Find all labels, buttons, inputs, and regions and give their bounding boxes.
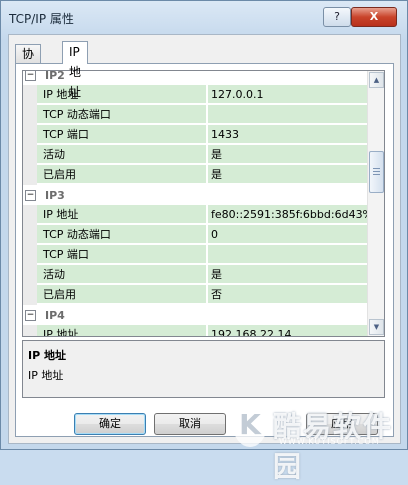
description-text: IP 地址 xyxy=(28,369,64,382)
property-row[interactable]: TCP 动态端口 0 xyxy=(23,225,367,245)
cancel-button[interactable]: 取消 xyxy=(154,413,226,435)
collapse-icon[interactable]: − xyxy=(25,310,36,321)
vertical-scrollbar[interactable]: ▲ ▼ xyxy=(367,71,384,336)
ip-addresses-panel: − IP2 IP 地址 127.0.0.1 TCP 动态端口 TCP 端口 1433 活动是已… xyxy=(15,63,394,437)
property-row[interactable]: TCP 端口 1433 xyxy=(23,125,367,145)
property-row[interactable]: TCP 端口 xyxy=(23,245,367,265)
property-value[interactable]: 是 xyxy=(208,145,367,164)
property-name: 活动 xyxy=(37,265,207,284)
group-title: IP4 xyxy=(45,309,65,322)
property-value[interactable]: 192.168.22.14 xyxy=(208,325,367,336)
help-button[interactable]: ? xyxy=(323,7,351,27)
apply-button[interactable]: 应用 xyxy=(306,413,378,435)
group-title: IP3 xyxy=(45,189,65,202)
property-value[interactable]: 1433 xyxy=(208,125,367,144)
property-name: 活动 xyxy=(37,145,207,164)
thumb-grip-line xyxy=(373,174,380,175)
property-name: IP 地址 xyxy=(37,205,207,224)
close-button[interactable]: X xyxy=(351,7,397,27)
description-title: IP 地址 xyxy=(28,349,66,362)
property-name: TCP 动态端口 xyxy=(37,105,207,124)
tab-ip-addresses[interactable]: IP 地址 xyxy=(62,41,88,99)
scrollbar-thumb[interactable] xyxy=(369,151,384,193)
property-name: TCP 端口 xyxy=(37,125,207,144)
property-value[interactable]: fe80::2591:385f:6bbd:6d43%11 xyxy=(208,205,367,224)
property-name: TCP 端口 xyxy=(37,245,207,264)
property-row[interactable]: TCP 动态端口 xyxy=(23,105,367,125)
property-name: 已启用 xyxy=(37,285,207,304)
title-bar[interactable]: TCP/IP 属性 ? X xyxy=(1,1,407,31)
property-value[interactable]: 否 xyxy=(208,285,367,304)
property-row[interactable]: IP 地址fe80::2591:385f:6bbd:6d43%11 xyxy=(23,205,367,225)
scroll-down-arrow-icon[interactable]: ▼ xyxy=(369,319,384,335)
property-row[interactable]: 已启用是 xyxy=(23,165,367,185)
group-row-ip4[interactable]: − IP4 xyxy=(23,305,367,325)
property-row[interactable]: 活动是 xyxy=(23,145,367,165)
property-value[interactable]: 0 xyxy=(208,225,367,244)
property-rows: − IP2 IP 地址 127.0.0.1 TCP 动态端口 TCP 端口 1433 活动是已… xyxy=(23,71,367,336)
property-name: 已启用 xyxy=(37,165,207,184)
property-row[interactable]: 已启用否 xyxy=(23,285,367,305)
group-title: IP2 xyxy=(45,71,65,82)
tab-protocol[interactable]: 协议 xyxy=(15,44,42,79)
property-grid: − IP2 IP 地址 127.0.0.1 TCP 动态端口 TCP 端口 1433 活动是已… xyxy=(22,70,385,337)
property-value[interactable]: 是 xyxy=(208,165,367,184)
description-pane: IP 地址 IP 地址 xyxy=(22,340,385,398)
property-name: IP 地址 xyxy=(37,325,207,336)
scroll-up-arrow-icon[interactable]: ▲ xyxy=(369,72,384,88)
tcpip-properties-dialog: TCP/IP 属性 ? X 协议 IP 地址 −IP2IP 地址127.0.0.… xyxy=(0,0,408,483)
window-title: TCP/IP 属性 xyxy=(9,12,74,26)
property-value[interactable]: 127.0.0.1 xyxy=(208,85,367,104)
property-row[interactable]: 活动是 xyxy=(23,265,367,285)
property-value[interactable]: 是 xyxy=(208,265,367,284)
property-value[interactable] xyxy=(208,105,367,124)
dialog-client-area: 协议 IP 地址 −IP2IP 地址127.0.0.1TCP 动态端口TCP 端… xyxy=(8,34,401,444)
property-value[interactable] xyxy=(208,245,367,264)
property-name: TCP 动态端口 xyxy=(37,225,207,244)
thumb-grip-line xyxy=(373,168,380,169)
collapse-icon[interactable]: − xyxy=(25,190,36,201)
ok-button[interactable]: 确定 xyxy=(74,413,146,435)
property-row[interactable]: IP 地址 192.168.22.14 xyxy=(23,325,367,336)
group-row-ip3[interactable]: − IP3 xyxy=(23,185,367,205)
property-name: IP 地址 xyxy=(37,85,207,104)
thumb-grip-line xyxy=(373,171,380,172)
collapse-icon[interactable]: − xyxy=(25,71,36,81)
